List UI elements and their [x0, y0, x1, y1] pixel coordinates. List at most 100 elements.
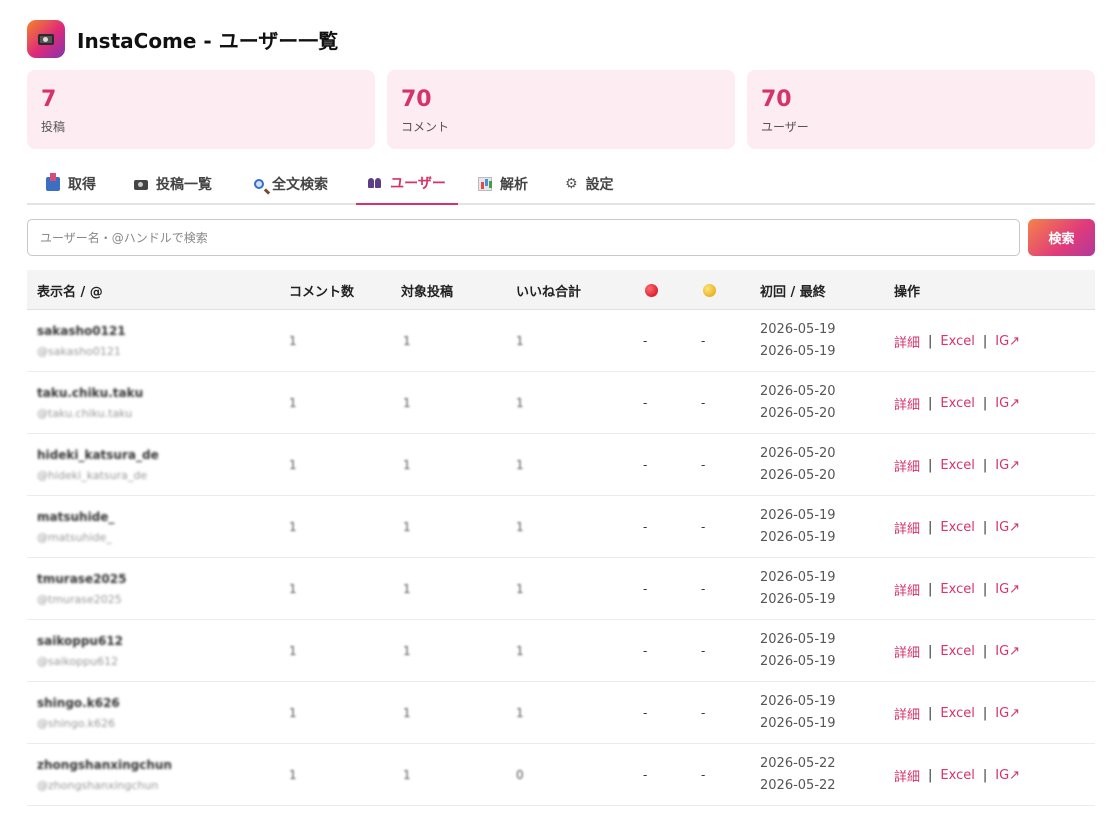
- instagram-link[interactable]: IG↗: [995, 706, 1020, 721]
- separator: |: [982, 333, 988, 349]
- first-date: 2026-05-19: [760, 632, 836, 647]
- instagram-link[interactable]: IG↗: [995, 334, 1020, 349]
- header-yellow[interactable]: [703, 270, 716, 310]
- user-cell[interactable]: taku.chiku.taku @taku.chiku.taku: [37, 372, 143, 434]
- header-comment-count[interactable]: コメント数: [289, 270, 354, 310]
- instagram-link[interactable]: IG↗: [995, 644, 1020, 659]
- header-display-name[interactable]: 表示名 / @: [37, 270, 103, 310]
- user-cell[interactable]: zhongshanxingchun @zhongshanxingchun: [37, 744, 172, 806]
- search-row: 検索: [27, 219, 1095, 256]
- target-post-count: 1: [403, 520, 411, 534]
- separator: |: [982, 767, 988, 783]
- header-first-last[interactable]: 初回 / 最終: [760, 270, 826, 310]
- display-name: hideki_katsura_de: [37, 448, 159, 462]
- detail-link[interactable]: 詳細: [894, 456, 920, 475]
- user-search-input[interactable]: [27, 219, 1020, 256]
- table-row: sakasho0121 @sakasho0121 1 1 1- -2026-05-19 20…: [27, 310, 1095, 372]
- excel-link[interactable]: Excel: [940, 768, 974, 783]
- detail-link[interactable]: 詳細: [894, 394, 920, 413]
- detail-link[interactable]: 詳細: [894, 580, 920, 599]
- last-date: 2026-05-19: [760, 716, 836, 731]
- display-name: saikoppu612: [37, 634, 124, 648]
- display-name: taku.chiku.taku: [37, 386, 144, 400]
- user-cell[interactable]: tmurase2025 @tmurase2025: [37, 558, 126, 620]
- user-handle: @tmurase2025: [37, 593, 122, 606]
- tab-users[interactable]: ユーザー: [356, 162, 458, 205]
- table-row: shingo.k626 @shingo.k626 1 1 1- -2026-05-19 20…: [27, 682, 1095, 744]
- row-actions: 詳細 | Excel | IG↗: [894, 558, 1020, 620]
- excel-link[interactable]: Excel: [940, 706, 974, 721]
- target-post-count: 1: [403, 644, 411, 658]
- user-cell[interactable]: saikoppu612 @saikoppu612: [37, 620, 123, 682]
- tab-analysis[interactable]: 解析: [478, 162, 528, 205]
- red-count: -: [643, 644, 648, 658]
- tab-fulltext-search[interactable]: 全文検索: [254, 162, 328, 205]
- header-target-posts[interactable]: 対象投稿: [401, 270, 453, 310]
- detail-link[interactable]: 詳細: [894, 642, 920, 661]
- separator: |: [982, 519, 988, 535]
- stat-value: 70: [401, 87, 432, 112]
- first-date: 2026-05-22: [760, 756, 836, 771]
- instagram-link[interactable]: IG↗: [995, 520, 1020, 535]
- user-cell[interactable]: kielove.wolverine1624: [37, 806, 190, 828]
- bar-chart-icon: [478, 176, 492, 191]
- excel-link[interactable]: Excel: [940, 582, 974, 597]
- last-date: 2026-05-20: [760, 468, 836, 483]
- user-cell[interactable]: shingo.k626 @shingo.k626: [37, 682, 120, 744]
- instagram-link[interactable]: IG↗: [995, 396, 1020, 411]
- stat-value: 70: [761, 87, 792, 112]
- app-header: InstaCome - ユーザー一覧: [27, 20, 338, 58]
- tab-posts[interactable]: 投稿一覧: [134, 162, 212, 205]
- instagram-link[interactable]: IG↗: [995, 768, 1020, 783]
- excel-link[interactable]: Excel: [940, 396, 974, 411]
- header-red[interactable]: [645, 270, 658, 310]
- red-count: -: [643, 520, 648, 534]
- user-handle: @shingo.k626: [37, 717, 116, 730]
- separator: |: [928, 333, 933, 349]
- detail-link[interactable]: 詳細: [894, 766, 920, 785]
- yellow-count: -: [701, 458, 706, 472]
- users-table: 表示名 / @ コメント数 対象投稿 いいね合計 初回 / 最終 操作 saka…: [27, 270, 1095, 828]
- yellow-count: -: [701, 706, 706, 720]
- detail-link[interactable]: 詳細: [894, 704, 920, 723]
- yellow-count: -: [701, 644, 706, 658]
- detail-link[interactable]: 詳細: [894, 518, 920, 537]
- stat-card-posts: 7 投稿: [27, 70, 375, 149]
- red-count: -: [643, 706, 648, 720]
- stat-card-users: 70 ユーザー: [747, 70, 1095, 149]
- tab-settings[interactable]: ⚙ 設定: [565, 162, 614, 205]
- tab-fetch[interactable]: 取得: [46, 162, 96, 205]
- last-date: 2026-05-19: [760, 592, 836, 607]
- excel-link[interactable]: Excel: [940, 644, 974, 659]
- user-cell[interactable]: matsuhide_ @matsuhide_: [37, 496, 114, 558]
- likes-total: 0: [516, 768, 524, 782]
- target-post-count: 1: [403, 396, 411, 410]
- last-date: 2026-05-19: [760, 654, 836, 669]
- stat-label: 投稿: [41, 120, 66, 134]
- search-button[interactable]: 検索: [1028, 219, 1095, 256]
- user-handle: @saikoppu612: [37, 655, 119, 668]
- first-date: 2026-05-20: [760, 384, 836, 399]
- instagram-link[interactable]: IG↗: [995, 582, 1020, 597]
- display-name: tmurase2025: [37, 572, 127, 586]
- user-handle: @hideki_katsura_de: [37, 469, 148, 482]
- gear-icon: ⚙: [565, 175, 578, 192]
- target-post-count: 1: [403, 706, 411, 720]
- red-count: -: [643, 768, 648, 782]
- likes-total: 1: [516, 706, 524, 720]
- red-circle-icon: [645, 283, 658, 297]
- separator: |: [928, 519, 933, 535]
- user-cell[interactable]: hideki_katsura_de @hideki_katsura_de: [37, 434, 159, 496]
- excel-link[interactable]: Excel: [940, 520, 974, 535]
- likes-total: 1: [516, 458, 524, 472]
- first-last-dates: 2026-05-19 2026-05-19: [760, 620, 836, 682]
- excel-link[interactable]: Excel: [940, 334, 974, 349]
- comment-count: 1: [289, 768, 297, 782]
- detail-link[interactable]: 詳細: [894, 332, 920, 351]
- instagram-link[interactable]: IG↗: [995, 458, 1020, 473]
- last-date: 2026-05-19: [760, 530, 836, 545]
- header-likes-total[interactable]: いいね合計: [516, 270, 581, 310]
- excel-link[interactable]: Excel: [940, 458, 974, 473]
- users-icon: [368, 176, 382, 190]
- user-cell[interactable]: sakasho0121 @sakasho0121: [37, 310, 126, 372]
